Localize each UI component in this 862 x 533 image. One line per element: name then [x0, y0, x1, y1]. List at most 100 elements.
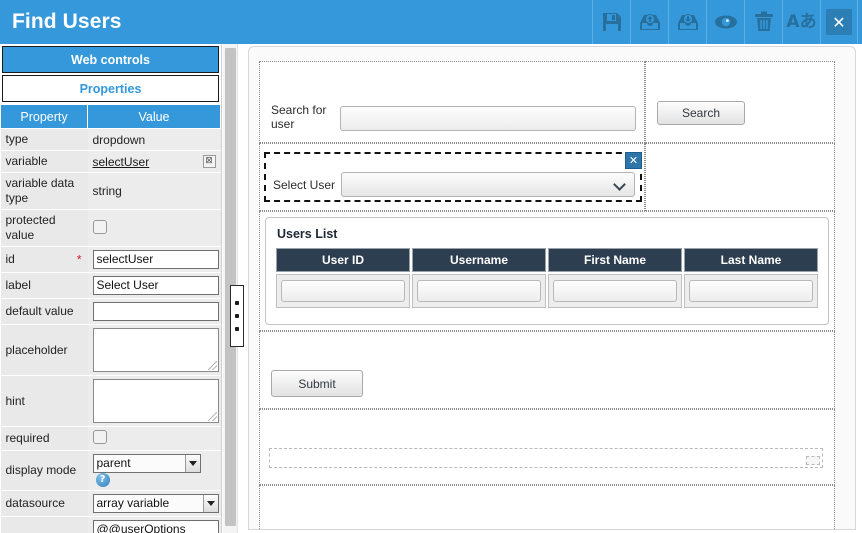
- property-value: dropdown: [87, 128, 221, 151]
- delete-button[interactable]: [744, 0, 782, 44]
- property-name: variable: [0, 150, 88, 173]
- property-row-type: type dropdown: [0, 128, 221, 151]
- upload-icon: [638, 11, 662, 33]
- download-icon: [676, 11, 700, 33]
- help-icon[interactable]: ?: [95, 473, 110, 487]
- property-name: required: [0, 426, 88, 451]
- property-row-default-value: default value: [0, 298, 221, 325]
- checkbox-protected-value[interactable]: [92, 219, 107, 234]
- properties-panel: Web controls Properties Property Value t…: [0, 44, 222, 533]
- users-cell-input[interactable]: [417, 280, 541, 302]
- property-value: [87, 324, 221, 376]
- users-cell-input[interactable]: [281, 280, 405, 302]
- input-id[interactable]: selectUser: [92, 250, 219, 269]
- translate-icon: Aあ: [786, 11, 817, 32]
- selected-control-outline[interactable]: Select User ✕: [264, 152, 642, 202]
- property-value: parent?: [87, 450, 221, 491]
- property-name: type: [0, 128, 88, 151]
- select-datasource[interactable]: array variable: [92, 494, 219, 513]
- users-col-header: Last Name: [684, 248, 818, 272]
- input-label[interactable]: Select User: [92, 276, 219, 295]
- tab-properties[interactable]: Properties: [2, 75, 219, 102]
- col-value: Value: [87, 104, 221, 129]
- property-row-protected-value: protected value: [0, 209, 221, 247]
- preview-button[interactable]: [706, 0, 744, 44]
- property-name: variable data type: [0, 172, 88, 210]
- variable-link[interactable]: selectUser: [93, 155, 150, 169]
- save-icon: [601, 11, 623, 33]
- users-cell-input[interactable]: [689, 280, 813, 302]
- property-value: array variable: [87, 490, 221, 517]
- property-row-data-variable: data variable@@userOptions@@: [0, 516, 221, 533]
- required-marker: *: [76, 252, 82, 266]
- search-input[interactable]: [340, 106, 636, 131]
- export-button[interactable]: [668, 0, 706, 44]
- col-property: Property: [0, 104, 88, 129]
- region-users-list[interactable]: Users List User ID Username First Name Last…: [259, 211, 835, 331]
- remove-control-button[interactable]: ✕: [625, 152, 642, 169]
- checkbox-required[interactable]: [92, 430, 107, 444]
- input-data-variable[interactable]: @@userOptions: [92, 520, 219, 533]
- search-button[interactable]: Search: [657, 101, 745, 125]
- splitter-handle[interactable]: [230, 285, 244, 347]
- input-default-value[interactable]: [92, 302, 219, 321]
- properties-table: Property Value type dropdown variable ⊠ sele…: [0, 104, 221, 533]
- property-row-variable: variable ⊠ selectUser: [0, 150, 221, 173]
- select-user-dropdown[interactable]: [341, 172, 635, 197]
- form-design-canvas: Search for user Search Select User ✕ Use…: [248, 46, 856, 530]
- table-header-row: Property Value: [0, 104, 221, 129]
- property-row-variable-data-type: variable data type string: [0, 172, 221, 210]
- users-list-title: Users List: [277, 227, 338, 241]
- property-name: hint: [0, 375, 88, 427]
- close-button[interactable]: ✕: [820, 0, 858, 44]
- trash-icon: [754, 11, 774, 33]
- select-value: array variable: [96, 496, 170, 510]
- table-row: [276, 274, 818, 308]
- property-name: datasource: [0, 490, 88, 517]
- property-row-display-mode: display mode parent?: [0, 450, 221, 491]
- region-bottom[interactable]: [259, 485, 835, 529]
- resize-grip-icon[interactable]: [806, 456, 820, 465]
- submit-button[interactable]: Submit: [271, 370, 363, 397]
- region-search-button[interactable]: Search: [645, 61, 835, 143]
- toolbar: Aあ ✕: [592, 0, 858, 44]
- tab-web-controls[interactable]: Web controls: [2, 46, 219, 73]
- drop-placeholder[interactable]: [269, 448, 823, 468]
- users-col-header: First Name: [548, 248, 682, 272]
- splitter-dot: [235, 314, 239, 318]
- property-name: placeholder: [0, 324, 88, 376]
- property-value: string: [87, 172, 221, 210]
- users-cell: [548, 274, 682, 308]
- clear-variable-icon[interactable]: ⊠: [202, 154, 216, 168]
- property-value: [87, 209, 221, 247]
- chevron-down-icon: [613, 178, 626, 191]
- property-name: default value: [0, 298, 88, 325]
- title-bar: Find Users Aあ ✕: [0, 0, 862, 44]
- property-name: protected value: [0, 209, 88, 247]
- property-value: [87, 426, 221, 451]
- textarea-hint[interactable]: [92, 379, 219, 423]
- region-select-user[interactable]: Select User ✕: [259, 143, 645, 211]
- property-value: @@userOptions@@: [87, 516, 221, 533]
- select-display-mode[interactable]: parent: [92, 454, 201, 473]
- region-drop-zone[interactable]: [259, 409, 835, 485]
- users-cell-input[interactable]: [553, 280, 677, 302]
- region-search-field[interactable]: Search for user: [259, 61, 645, 143]
- save-button[interactable]: [592, 0, 630, 44]
- region-submit[interactable]: Submit: [259, 331, 835, 409]
- resize-grip-icon[interactable]: [207, 412, 217, 421]
- property-value: ⊠ selectUser: [87, 150, 221, 173]
- property-name: data variable: [0, 516, 88, 533]
- textarea-placeholder[interactable]: [92, 328, 219, 372]
- users-list-card: Users List User ID Username First Name Last…: [265, 217, 829, 325]
- chevron-down-icon[interactable]: [202, 495, 218, 512]
- property-value: [87, 375, 221, 427]
- eye-icon: [714, 12, 738, 32]
- property-name: id *: [0, 246, 88, 273]
- chevron-down-icon[interactable]: [184, 455, 200, 472]
- import-button[interactable]: [630, 0, 668, 44]
- resize-grip-icon[interactable]: [207, 361, 217, 370]
- splitter-dot: [235, 327, 239, 331]
- region-empty-right[interactable]: [645, 143, 835, 211]
- translate-button[interactable]: Aあ: [782, 0, 820, 44]
